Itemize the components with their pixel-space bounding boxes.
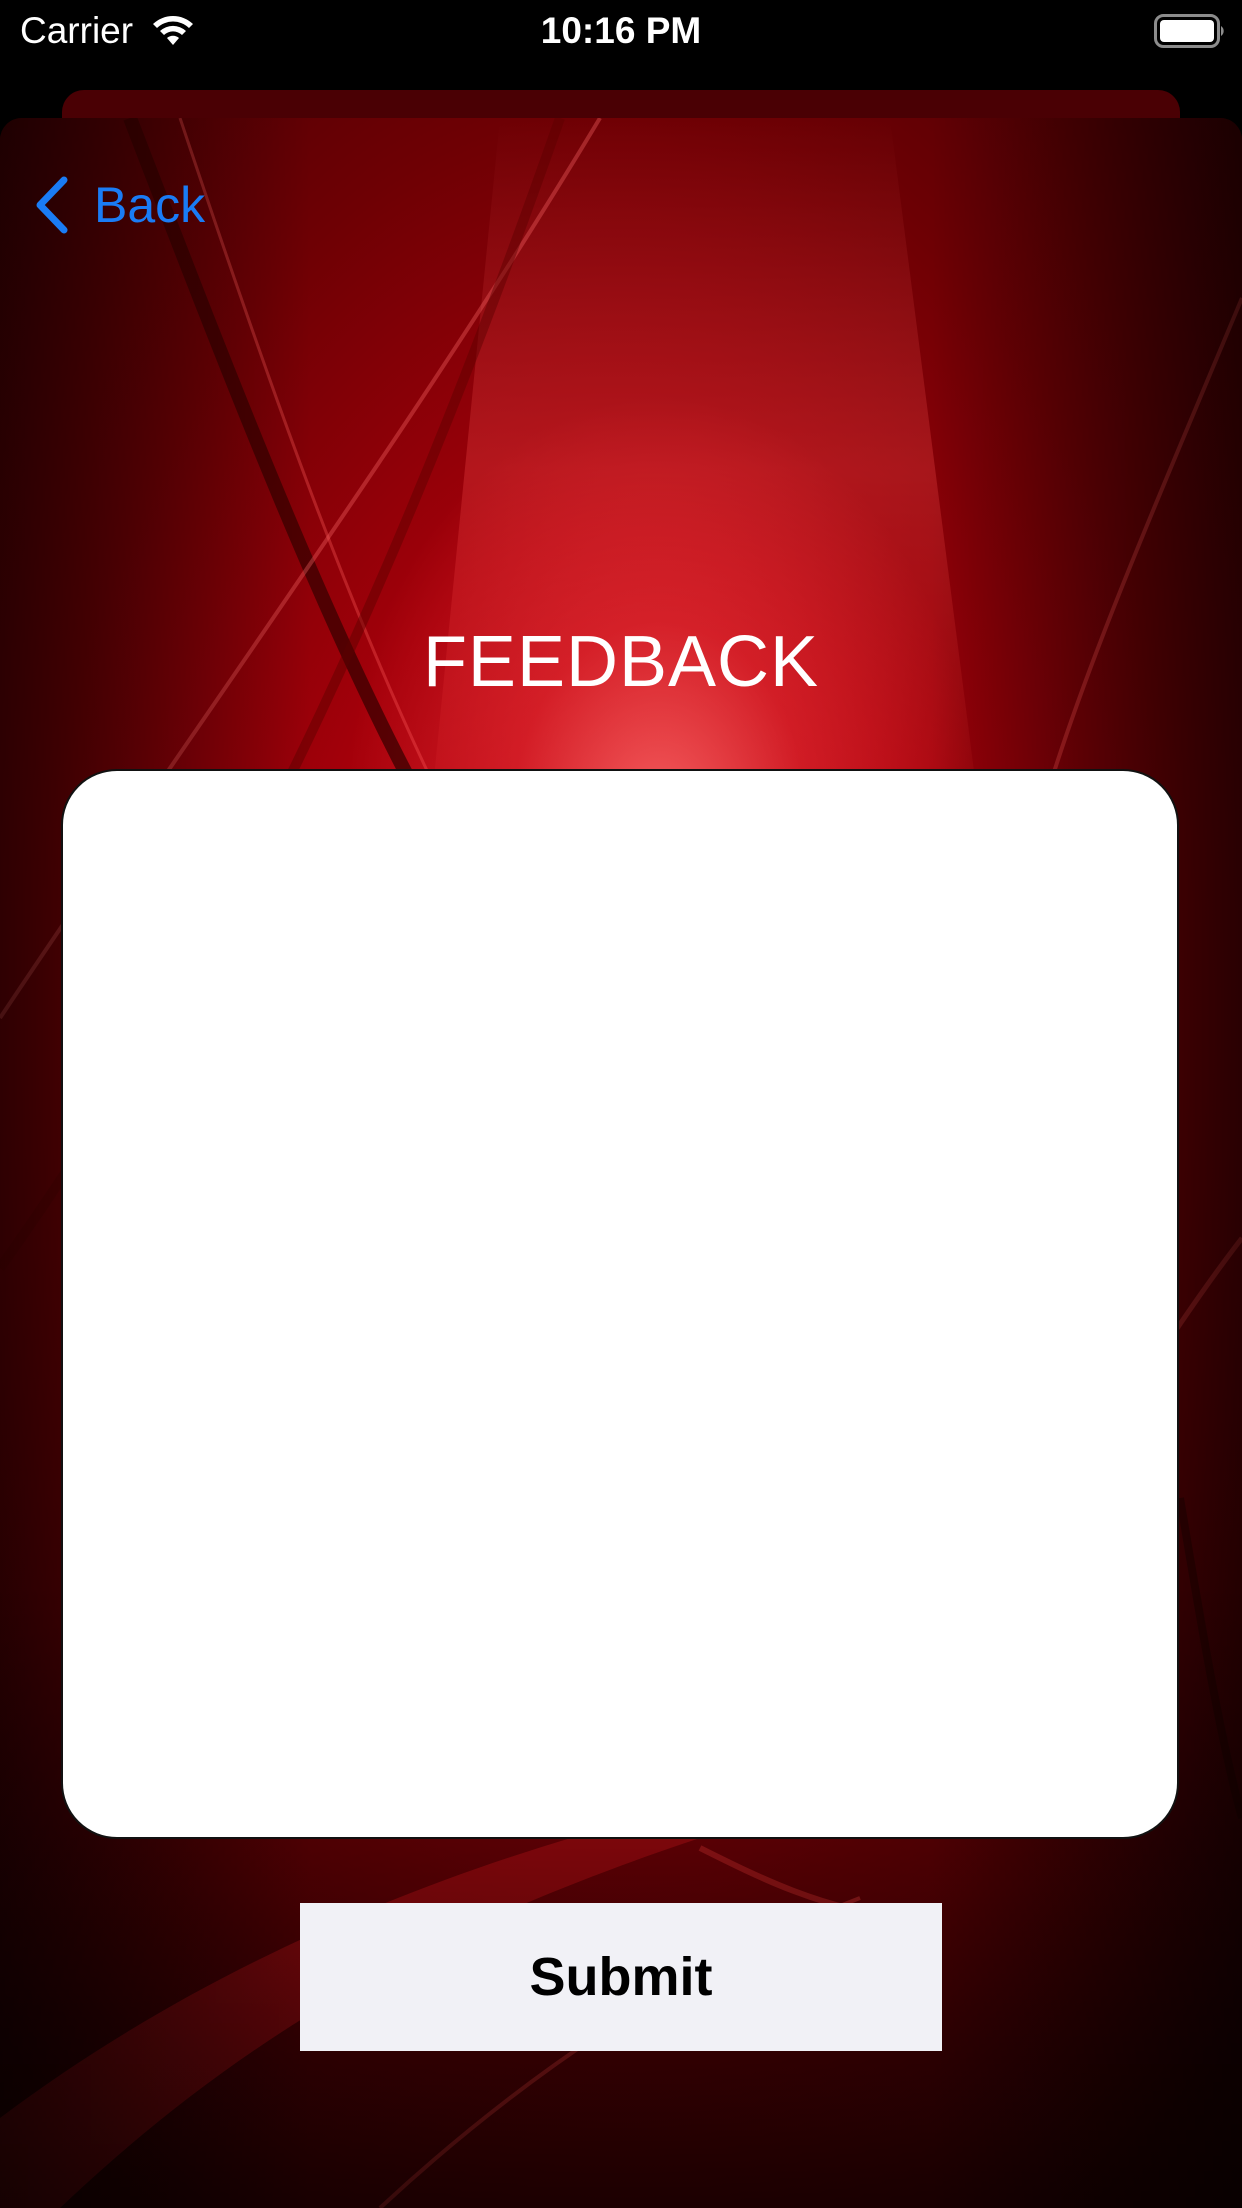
feedback-screen: Carrier 10:16 PM Back FEEDBACK Submit	[0, 0, 1242, 2208]
submit-button[interactable]: Submit	[300, 1903, 942, 2051]
chevron-left-icon	[36, 176, 68, 234]
back-label: Back	[94, 177, 206, 233]
submit-label: Submit	[529, 1947, 713, 2007]
back-button[interactable]: Back	[30, 170, 205, 240]
battery-icon	[1154, 14, 1224, 48]
page-title: FEEDBACK	[422, 622, 820, 702]
status-bar: Carrier 10:16 PM	[0, 0, 1242, 62]
feedback-box	[61, 769, 1179, 1839]
feedback-input[interactable]	[93, 801, 1151, 1811]
clock-time: 10:16 PM	[540, 10, 702, 51]
